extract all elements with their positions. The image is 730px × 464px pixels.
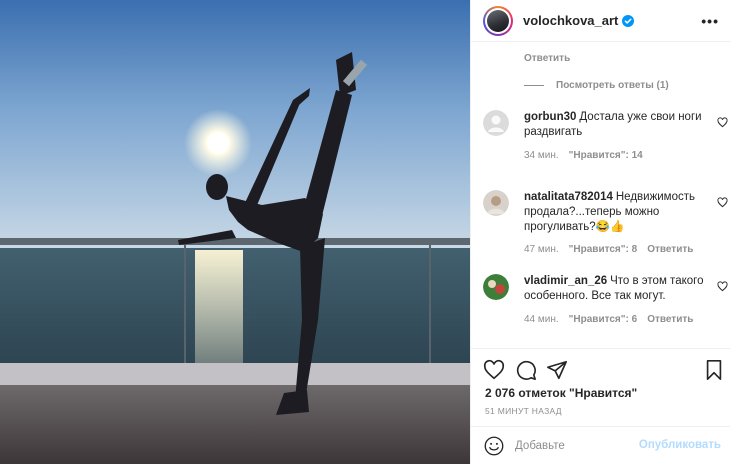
emoji-icon[interactable] [484,436,504,456]
comment-icon[interactable] [515,359,537,381]
comment-likes[interactable]: "Нравится": 6 [569,314,638,325]
reply-button[interactable]: Ответить [524,53,570,64]
reply-button[interactable]: Ответить [647,244,693,255]
verified-badge-icon [622,14,635,27]
posted-time[interactable]: 51 МИНУТ НАЗАД [485,406,562,416]
comment-text: natalitata782014 Недвижимость продала?...… [524,190,704,235]
comment-meta: 34 мин. "Нравится": 14 [524,150,643,161]
commenter-avatar[interactable] [483,110,509,136]
comment-heart-icon[interactable] [717,281,728,292]
heart-icon[interactable] [483,359,505,381]
comment-username[interactable]: vladimir_an_26 [524,275,607,287]
comment-likes[interactable]: "Нравится": 8 [569,244,638,255]
author-avatar[interactable] [483,5,513,36]
comment-time[interactable]: 44 мин. [524,314,559,325]
comment-text: vladimir_an_26 Что в этом такого особенно… [524,274,704,304]
publish-button[interactable]: Опубликовать [639,439,721,451]
comment-text: gorbun30 Достала уже свои ноги раздвигать [524,110,704,140]
comment-likes[interactable]: "Нравится": 14 [569,150,643,161]
comment-heart-icon[interactable] [717,197,728,208]
comment-meta: 47 мин. "Нравится": 8 Ответить [524,244,693,255]
post-photo[interactable] [0,0,470,464]
author-username[interactable]: volochkova_art [523,13,618,28]
comment-input[interactable] [515,438,635,454]
bookmark-icon[interactable] [703,359,725,381]
comment-username[interactable]: gorbun30 [524,111,576,123]
share-icon[interactable] [546,359,568,381]
comment-username[interactable]: natalitata782014 [524,191,613,203]
replies-dash [524,85,544,86]
view-replies-button[interactable]: Посмотреть ответы (1) [524,80,669,91]
more-options-button[interactable]: ••• [701,13,719,29]
add-comment-bar: Опубликовать [471,426,730,464]
post-header: volochkova_art ••• [471,0,730,42]
commenter-avatar[interactable] [483,274,509,300]
comment-meta: 44 мин. "Нравится": 6 Ответить [524,314,693,325]
view-replies-label: Посмотреть ответы (1) [556,80,669,91]
reply-button[interactable]: Ответить [647,314,693,325]
comment-time[interactable]: 34 мин. [524,150,559,161]
comment-heart-icon[interactable] [717,117,728,128]
comment-time[interactable]: 47 мин. [524,244,559,255]
post-sidebar: volochkova_art ••• Ответить Посмотреть о… [470,0,730,464]
likes-count[interactable]: 2 076 отметок "Нравится" [485,386,637,400]
comments-list[interactable]: Ответить Посмотреть ответы (1) gorbun30 Д… [471,42,730,348]
commenter-avatar[interactable] [483,190,509,216]
post-actions: 2 076 отметок "Нравится" 51 МИНУТ НАЗАД [471,348,730,430]
photo-scene [0,0,470,464]
